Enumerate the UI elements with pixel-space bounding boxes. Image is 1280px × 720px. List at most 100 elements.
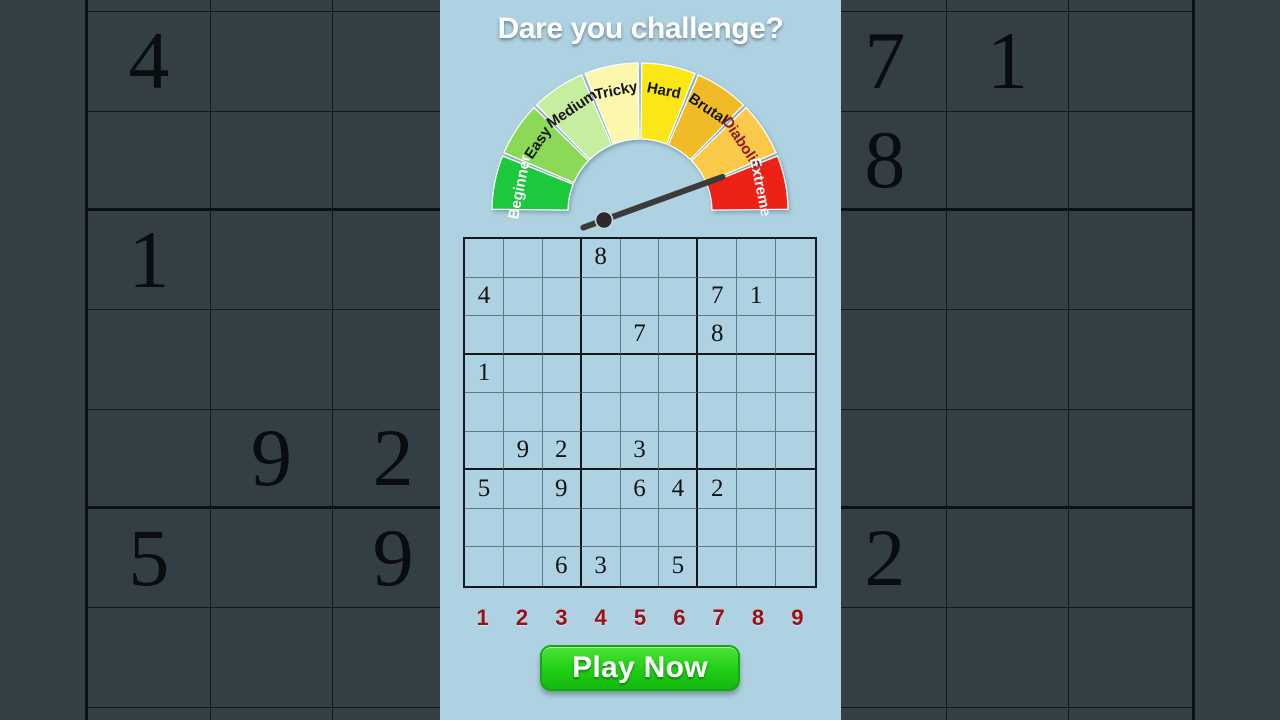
- sudoku-cell[interactable]: 8: [698, 316, 738, 355]
- number-key-9[interactable]: 9: [778, 605, 817, 631]
- sudoku-cell[interactable]: [776, 547, 815, 586]
- sudoku-cell[interactable]: 7: [698, 277, 738, 317]
- sudoku-cell[interactable]: 4: [659, 470, 699, 509]
- sudoku-cell[interactable]: [698, 354, 738, 394]
- sudoku-cell[interactable]: [698, 239, 738, 278]
- sudoku-cell[interactable]: [503, 470, 543, 509]
- sudoku-cell[interactable]: 6: [543, 547, 582, 586]
- sudoku-cell[interactable]: [581, 470, 621, 509]
- sudoku-cell[interactable]: [776, 432, 815, 471]
- sudoku-cell[interactable]: [659, 239, 699, 278]
- sudoku-cell[interactable]: 9: [503, 431, 543, 471]
- sudoku-cell[interactable]: [465, 508, 504, 548]
- sudoku-cell[interactable]: [503, 393, 543, 432]
- sudoku-cell[interactable]: [620, 239, 660, 278]
- number-key-2[interactable]: 2: [502, 605, 541, 631]
- sudoku-cell[interactable]: [659, 431, 699, 471]
- number-key-4[interactable]: 4: [581, 605, 620, 631]
- sudoku-cell[interactable]: 3: [582, 547, 621, 586]
- sudoku-cell[interactable]: 2: [698, 470, 738, 509]
- page-title: Dare you challenge?: [497, 12, 784, 45]
- sudoku-cell[interactable]: [581, 354, 621, 394]
- sudoku-cell[interactable]: [620, 277, 660, 317]
- sudoku-cell[interactable]: [581, 431, 621, 471]
- sudoku-cell[interactable]: 1: [465, 354, 504, 394]
- sudoku-cell[interactable]: [659, 277, 699, 317]
- number-key-8[interactable]: 8: [738, 605, 777, 631]
- sudoku-cell[interactable]: [698, 508, 738, 548]
- sudoku-cell[interactable]: [620, 354, 660, 394]
- sudoku-cell[interactable]: [465, 547, 504, 586]
- gauge-svg: BeginnerEasyMediumTricky Hard BrutalDiabol…: [491, 62, 789, 231]
- sudoku-cell[interactable]: [776, 470, 815, 509]
- sudoku-cell[interactable]: [776, 509, 815, 548]
- sudoku-cell[interactable]: 9: [542, 470, 582, 509]
- sudoku-cell[interactable]: [503, 277, 543, 317]
- sudoku-cell[interactable]: [542, 354, 582, 394]
- background-cell: [210, 509, 334, 609]
- sudoku-cell[interactable]: [542, 239, 582, 278]
- sudoku-cell[interactable]: [737, 316, 777, 355]
- sudoku-cell[interactable]: 3: [620, 431, 660, 471]
- sudoku-cell[interactable]: [542, 508, 582, 548]
- sudoku-cell[interactable]: [737, 508, 777, 548]
- sudoku-cell[interactable]: [776, 239, 815, 278]
- sudoku-cell[interactable]: [776, 278, 815, 317]
- sudoku-cell[interactable]: [659, 316, 699, 355]
- sudoku-cell[interactable]: [620, 508, 660, 548]
- sudoku-cell[interactable]: [542, 393, 582, 432]
- sudoku-cell[interactable]: [542, 277, 582, 317]
- sudoku-cell[interactable]: [737, 239, 777, 278]
- sudoku-cell[interactable]: [659, 508, 699, 548]
- background-cell: 6: [333, 707, 456, 720]
- sudoku-cell[interactable]: [776, 316, 815, 355]
- number-key-7[interactable]: 7: [699, 605, 738, 631]
- sudoku-cell[interactable]: [581, 316, 621, 355]
- background-cell: [1069, 0, 1192, 13]
- sudoku-cell[interactable]: [620, 393, 660, 432]
- sudoku-cell[interactable]: 5: [659, 547, 699, 586]
- sudoku-cell[interactable]: [737, 431, 777, 471]
- number-key-3[interactable]: 3: [542, 605, 581, 631]
- sudoku-cell[interactable]: [581, 508, 621, 548]
- background-cell: [210, 608, 334, 708]
- sudoku-cell[interactable]: [542, 316, 582, 355]
- sudoku-cell[interactable]: [581, 393, 621, 432]
- number-key-1[interactable]: 1: [463, 605, 502, 631]
- sudoku-board[interactable]: 847178192359642635: [463, 237, 817, 588]
- sudoku-cell[interactable]: [503, 316, 543, 355]
- sudoku-cell[interactable]: [465, 393, 504, 432]
- sudoku-cell[interactable]: [776, 393, 815, 432]
- sudoku-cell[interactable]: [581, 277, 621, 317]
- sudoku-cell[interactable]: [737, 470, 777, 509]
- sudoku-cell[interactable]: 7: [620, 316, 660, 355]
- sudoku-cell[interactable]: [698, 547, 738, 586]
- play-now-button[interactable]: Play Now: [540, 645, 740, 691]
- sudoku-cell[interactable]: [737, 393, 777, 432]
- sudoku-cell[interactable]: [465, 239, 504, 278]
- sudoku-cell[interactable]: [503, 239, 543, 278]
- sudoku-cell[interactable]: [621, 547, 660, 586]
- sudoku-cell[interactable]: 6: [620, 470, 660, 509]
- sudoku-cell[interactable]: [698, 393, 738, 432]
- sudoku-cell[interactable]: 5: [465, 470, 504, 509]
- sudoku-cell[interactable]: [737, 547, 777, 586]
- sudoku-cell[interactable]: [503, 508, 543, 548]
- sudoku-cell[interactable]: 1: [737, 277, 777, 317]
- sudoku-cell[interactable]: [659, 354, 699, 394]
- sudoku-cell[interactable]: [737, 354, 777, 394]
- sudoku-cell[interactable]: [698, 431, 738, 471]
- sudoku-cell[interactable]: 2: [542, 431, 582, 471]
- background-cell: 2: [823, 509, 947, 609]
- sudoku-cell[interactable]: [503, 354, 543, 394]
- background-cell: 2: [333, 409, 456, 509]
- sudoku-cell[interactable]: [504, 547, 543, 586]
- sudoku-cell[interactable]: [465, 431, 504, 471]
- number-key-5[interactable]: 5: [620, 605, 659, 631]
- number-key-6[interactable]: 6: [660, 605, 699, 631]
- sudoku-cell[interactable]: [659, 393, 699, 432]
- sudoku-cell[interactable]: 8: [581, 239, 621, 278]
- sudoku-cell[interactable]: 4: [465, 277, 504, 317]
- sudoku-cell[interactable]: [776, 355, 815, 394]
- sudoku-cell[interactable]: [465, 316, 504, 355]
